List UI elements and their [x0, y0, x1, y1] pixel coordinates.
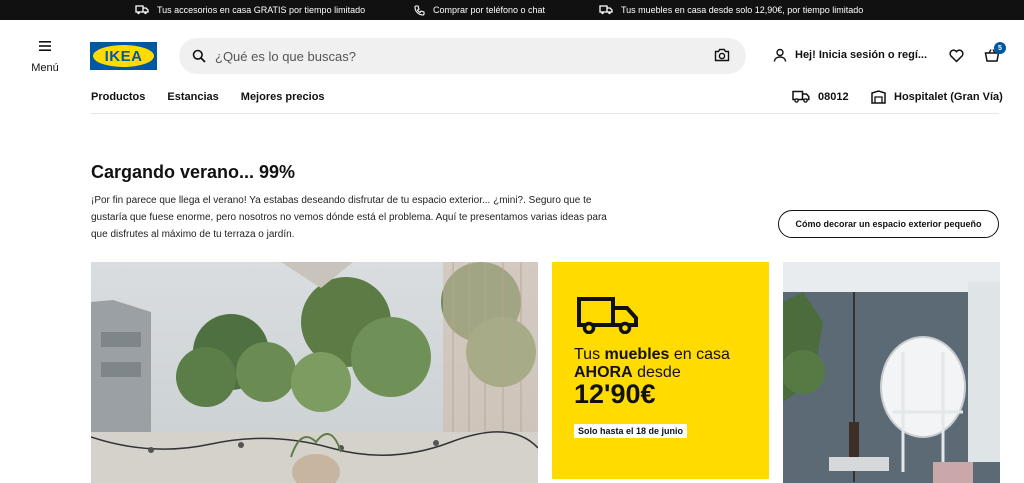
store-icon [871, 90, 886, 104]
announcement-text: Tus muebles en casa desde solo 12,90€, p… [621, 5, 864, 15]
nav-item-estancias[interactable]: Estancias [167, 91, 218, 103]
menu-label: Menú [31, 62, 59, 74]
search-icon[interactable] [192, 49, 206, 63]
logo-text: IKEA [104, 47, 143, 65]
promo-text: Tus [574, 346, 605, 363]
store-label: Hospitalet (Gran Vía) [894, 91, 1003, 103]
store-selector[interactable]: Hospitalet (Gran Vía) [871, 90, 1003, 104]
camera-icon[interactable] [714, 48, 730, 62]
truck-icon [792, 90, 810, 103]
promo-price: 12'90€ [574, 379, 656, 409]
search-bar[interactable] [179, 38, 746, 74]
terrace-illustration [91, 262, 538, 483]
announcement-bar: Tus accesorios en casa GRATIS por tiempo… [0, 0, 1024, 20]
intro-paragraph: ¡Por fin parece que llega el verano! Ya … [91, 195, 607, 240]
postcode-selector[interactable]: 08012 [792, 90, 849, 103]
main-navigation: Productos Estancias Mejores precios [91, 91, 325, 103]
page-title: Cargando verano... 99% [91, 162, 296, 182]
promo-headline: Tus muebles en casa AHORA desde [574, 346, 730, 382]
cart-count-badge: 5 [994, 42, 1006, 54]
truck-icon [577, 297, 638, 334]
truck-icon [599, 5, 613, 15]
delivery-promo-card[interactable]: Tus muebles en casa AHORA desde 12'90€ S… [552, 262, 769, 479]
nav-item-productos[interactable]: Productos [91, 91, 145, 103]
menu-button[interactable]: Menú [26, 40, 64, 74]
promo-text: en casa [669, 346, 730, 363]
postcode-label: 08012 [818, 90, 849, 103]
promo-text-bold: muebles [604, 346, 670, 363]
folding-furniture-photo[interactable] [783, 262, 1000, 483]
balcony-illustration [783, 262, 1000, 483]
announcement-text: Comprar por teléfono o chat [433, 5, 546, 15]
logo-oval: IKEA [93, 45, 154, 67]
user-icon [773, 48, 787, 62]
login-label: Hej! Inicia sesión o regí... [795, 49, 928, 61]
header-divider [91, 113, 999, 114]
announcement-phone[interactable]: Comprar por teléfono o chat [414, 0, 545, 20]
promo-deadline-tag: Solo hasta el 18 de junio [574, 424, 688, 438]
hamburger-icon [39, 41, 51, 51]
announcement-furniture[interactable]: Tus muebles en casa desde solo 12,90€, p… [599, 0, 863, 20]
announcement-text: Tus accesorios en casa GRATIS por tiempo… [157, 5, 366, 15]
ikea-logo[interactable]: IKEA [90, 42, 157, 70]
login-link[interactable]: Hej! Inicia sesión o regí... [773, 48, 927, 62]
decorate-outdoor-button[interactable]: Cómo decorar un espacio exterior pequeño [778, 210, 999, 238]
terrace-photo[interactable] [91, 262, 538, 483]
nav-item-mejores-precios[interactable]: Mejores precios [241, 91, 325, 103]
announcement-accessories[interactable]: Tus accesorios en casa GRATIS por tiempo… [135, 0, 365, 20]
heart-icon[interactable] [949, 49, 964, 63]
truck-icon [135, 5, 149, 15]
search-input[interactable] [215, 46, 695, 66]
phone-icon [414, 4, 425, 16]
